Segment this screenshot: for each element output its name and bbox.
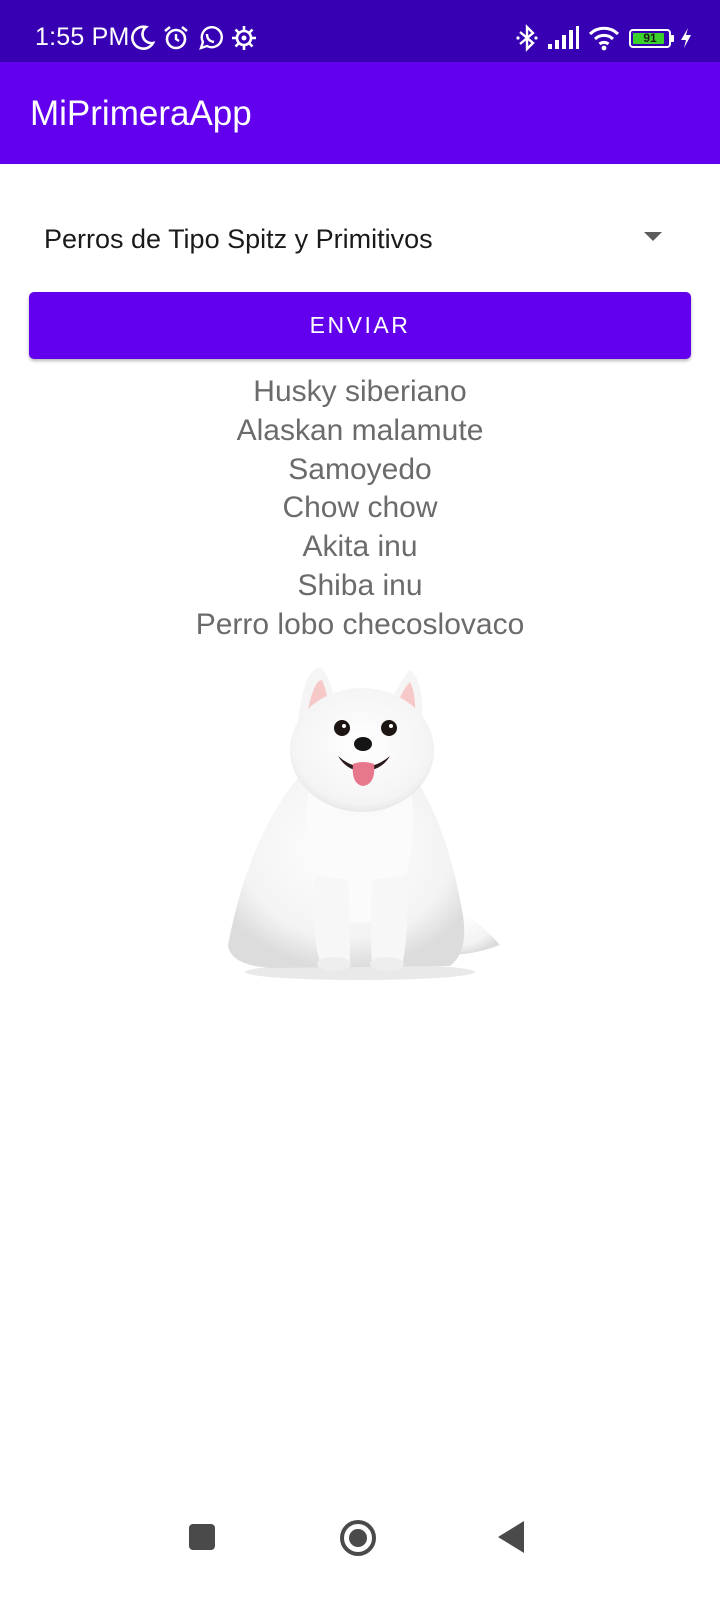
charging-bolt-icon — [680, 27, 692, 49]
back-button[interactable] — [498, 1521, 524, 1553]
app-bar: MiPrimeraApp — [0, 62, 720, 164]
status-right-icons: 91 — [516, 22, 692, 54]
breed-item: Alaskan malamute — [236, 413, 484, 447]
settings-gear-icon — [230, 24, 258, 52]
breed-item: Chow chow — [282, 491, 438, 525]
status-time: 1:55 PM — [35, 23, 130, 51]
status-bar: 1:55 PM 91 — [0, 0, 720, 62]
status-left-icons — [130, 22, 258, 54]
breed-item: Samoyedo — [288, 452, 432, 486]
breed-list: Husky siberiano Alaskan malamute Samoyed… — [0, 373, 720, 645]
whatsapp-icon — [196, 24, 224, 52]
breed-item: Husky siberiano — [253, 375, 467, 408]
breed-item: Shiba inu — [297, 568, 423, 602]
category-spinner[interactable]: Perros de Tipo Spitz y Primitivos — [28, 210, 692, 270]
breed-item: Perro lobo checoslovaco — [195, 607, 525, 641]
home-button[interactable] — [340, 1520, 376, 1556]
dog-image — [210, 660, 510, 990]
app-title: MiPrimeraApp — [30, 94, 252, 133]
alarm-icon — [162, 24, 190, 52]
breed-item: Akita inu — [302, 530, 418, 564]
send-button[interactable]: ENVIAR — [29, 292, 691, 359]
moon-icon — [130, 24, 156, 52]
recent-apps-button[interactable] — [189, 1524, 215, 1550]
battery-level: 91 — [643, 30, 657, 45]
dropdown-arrow-icon — [644, 232, 662, 241]
battery-tip — [671, 34, 674, 42]
battery-icon: 91 — [629, 28, 674, 48]
wifi-icon — [588, 25, 620, 51]
spinner-selected-text: Perros de Tipo Spitz y Primitivos — [44, 224, 433, 254]
home-icon — [349, 1529, 367, 1547]
bluetooth-icon — [516, 24, 538, 52]
navigation-bar — [0, 1504, 720, 1600]
signal-icon — [547, 26, 579, 50]
